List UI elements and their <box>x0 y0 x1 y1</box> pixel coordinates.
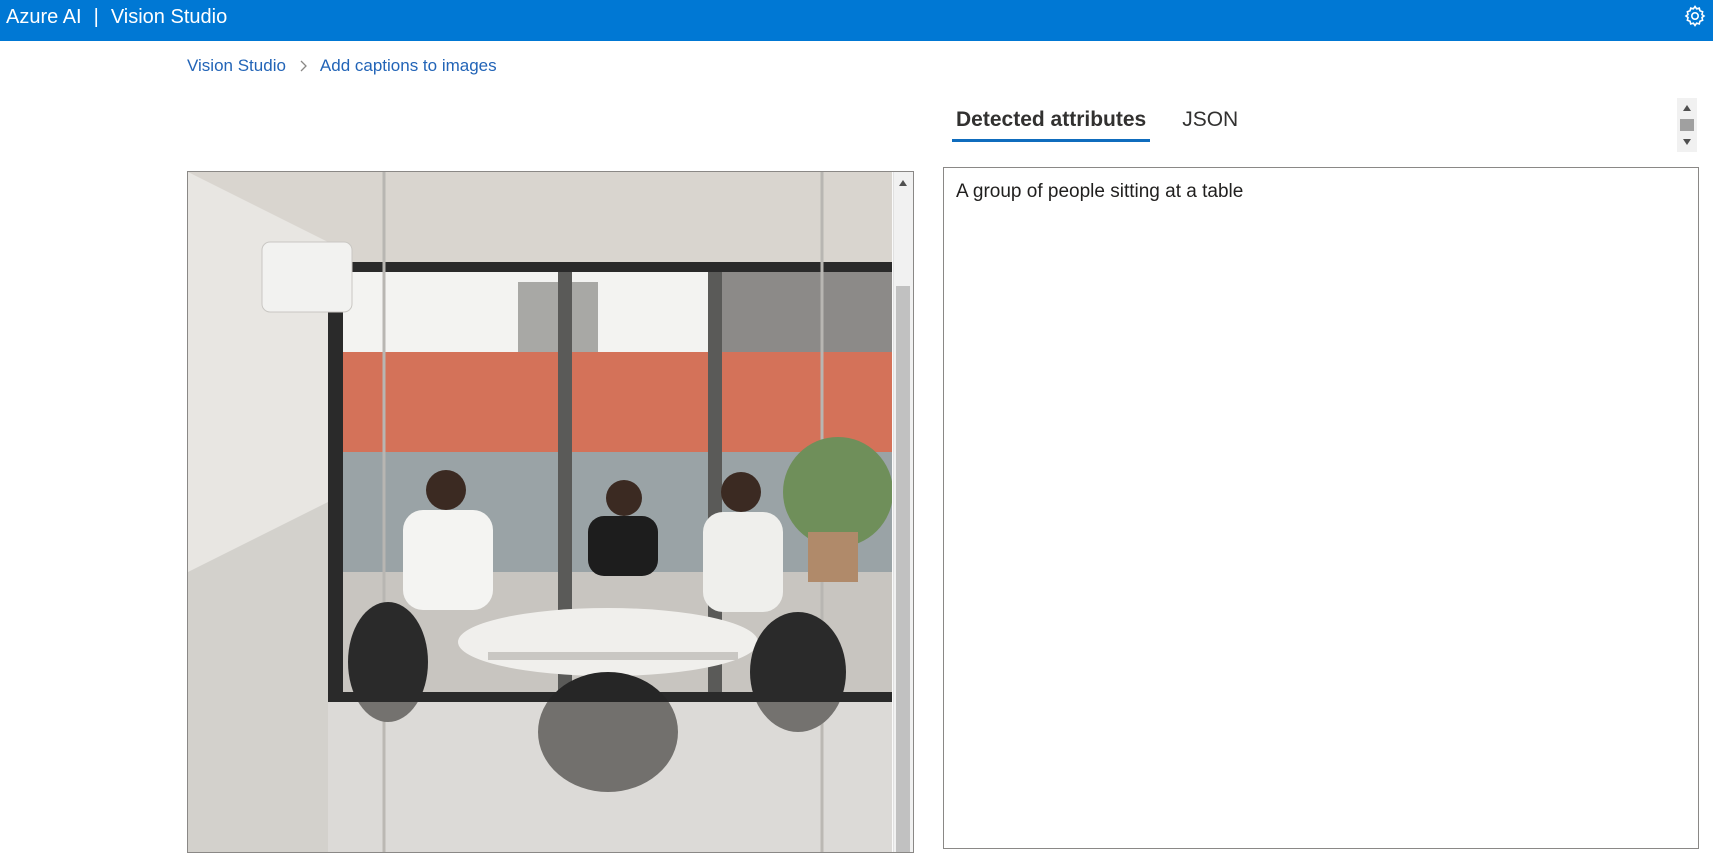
gear-icon[interactable] <box>1683 4 1707 28</box>
top-bar: Azure AI | Vision Studio <box>0 0 1713 41</box>
scroll-up-icon[interactable] <box>899 180 907 186</box>
brand-separator: | <box>93 6 99 28</box>
product-label: Vision Studio <box>110 6 228 28</box>
result-tabs: Detected attributes JSON <box>952 108 1270 142</box>
scrollbar-thumb[interactable] <box>896 286 910 852</box>
tab-json[interactable]: JSON <box>1178 108 1242 142</box>
image-preview-panel <box>187 171 914 853</box>
tabs-scrollbar[interactable] <box>1677 98 1697 152</box>
tab-detected-attributes[interactable]: Detected attributes <box>952 108 1151 142</box>
brand-label: Azure AI <box>6 6 82 28</box>
scroll-up-icon[interactable] <box>1683 105 1691 111</box>
chevron-right-icon <box>300 60 307 72</box>
scrollbar-thumb[interactable] <box>1680 119 1694 131</box>
app-title: Azure AI | Vision Studio <box>6 0 227 41</box>
breadcrumb: Vision Studio Add captions to images <box>187 54 497 78</box>
uploaded-image <box>188 172 892 852</box>
breadcrumb-add-captions[interactable]: Add captions to images <box>320 56 497 76</box>
detected-attributes-panel: A group of people sitting at a table <box>943 167 1699 849</box>
caption-text: A group of people sitting at a table <box>956 181 1244 202</box>
scroll-down-icon[interactable] <box>1683 139 1691 145</box>
breadcrumb-vision-studio[interactable]: Vision Studio <box>187 56 286 76</box>
image-panel-scrollbar[interactable] <box>893 172 913 852</box>
